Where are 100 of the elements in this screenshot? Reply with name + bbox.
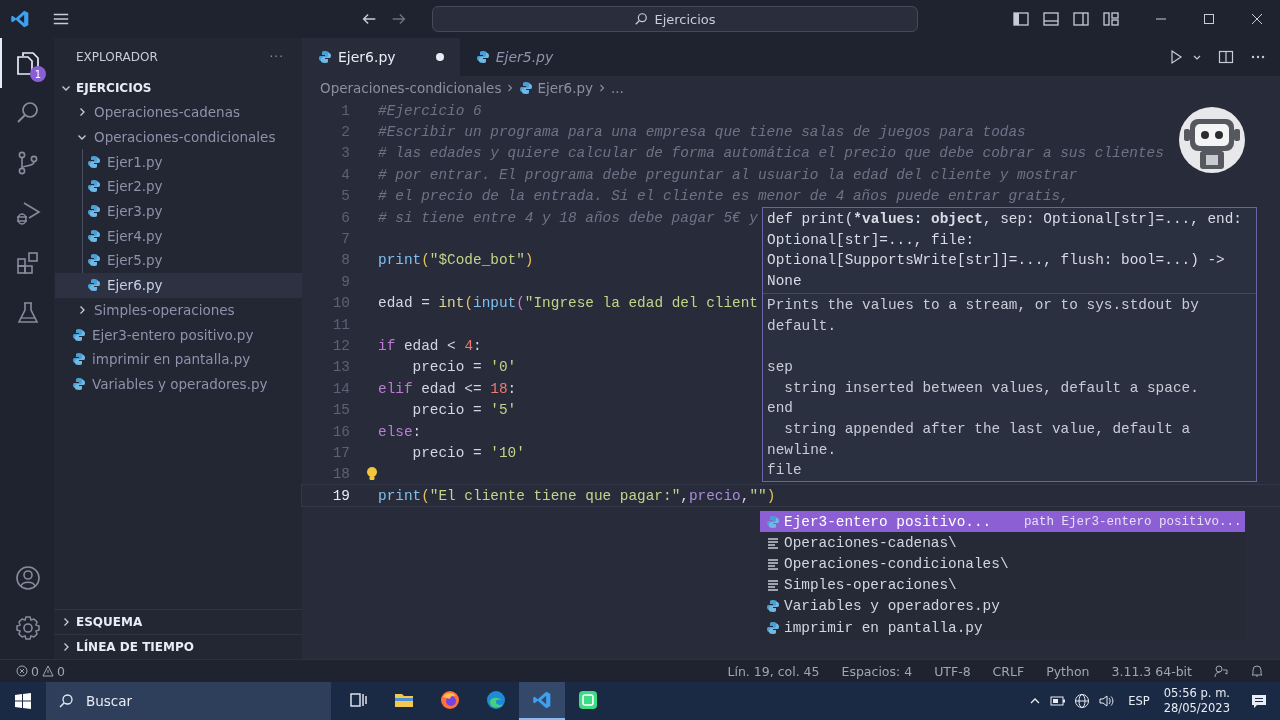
file-item[interactable]: Ejer3-entero positivo.py [54, 322, 302, 347]
more-actions-button[interactable]: ··· [269, 50, 284, 64]
line-number: 10 [331, 295, 350, 312]
code-logo-icon [10, 9, 30, 29]
status-item[interactable]: Python [1046, 663, 1090, 679]
lines-icon [766, 578, 780, 593]
status-item[interactable]: 3.11.3 64-bit [1111, 663, 1192, 679]
file-item[interactable]: imprimir en pantalla.py [54, 346, 302, 372]
globe-icon[interactable] [1074, 693, 1091, 709]
file-item[interactable]: Ejer4.py [55, 223, 302, 249]
doc-line: end [767, 400, 793, 417]
status-item[interactable]: CRLF [992, 663, 1025, 679]
suggestion-item[interactable]: Operaciones-cadenas\ [760, 532, 1245, 554]
file-item[interactable]: Ejer3.py [55, 198, 302, 224]
suggestion-item[interactable]: imprimir en pantalla.py [760, 616, 1245, 639]
line-number: 16 [331, 423, 350, 440]
command-center-search[interactable]: Ejercicios [432, 6, 918, 32]
doc-line: string inserted between values, default a space. [783, 379, 1199, 396]
python-file-icon [87, 154, 101, 169]
suggestion-item[interactable]: Operaciones-condicionales\ [760, 553, 1245, 575]
fox-globe-icon [440, 690, 460, 710]
speaker-icon[interactable] [1098, 693, 1115, 709]
workspace-folder-header[interactable]: EJERCICIOS [54, 76, 302, 100]
signature-line: None [767, 271, 803, 291]
suggestion-item[interactable]: Variables y operadores.py [760, 595, 1245, 617]
code-line: # el precio de la entrada. Si el cliente es menor de 4 años puede entrar gratis, [378, 188, 1069, 205]
python-file-icon [72, 327, 86, 342]
line-number: 7 [340, 231, 350, 248]
windows-logo-icon[interactable] [14, 692, 32, 710]
problems-indicator[interactable]: 0 0 [16, 663, 65, 679]
search-icon [58, 693, 74, 709]
python-file-icon [87, 253, 101, 268]
toggle-panel-icon[interactable] [1042, 10, 1060, 28]
status-item[interactable]: Espacios: 4 [841, 663, 913, 679]
chevron-icon [597, 83, 607, 93]
folder-item[interactable]: Simples-operaciones [54, 297, 302, 323]
suggestion-item[interactable]: Simples-operaciones\ [760, 574, 1245, 596]
line-number: 11 [331, 316, 350, 333]
notifications-icon[interactable] [1250, 692, 1268, 710]
line-number: 1 [340, 102, 350, 119]
split-layout-icon[interactable] [1072, 10, 1090, 28]
taskbar-search-field[interactable]: Buscar [46, 682, 331, 720]
error-icon [16, 665, 28, 677]
toggle-sidebar-icon[interactable] [1012, 10, 1030, 28]
line-number: 8 [340, 252, 350, 269]
files-icon [14, 49, 42, 77]
customize-layout-icon[interactable] [1102, 10, 1120, 28]
line-number: 5 [340, 188, 350, 205]
code-editor-icon [532, 690, 552, 710]
file-item[interactable]: Ejer5.py [55, 248, 302, 273]
line-number: 19 [331, 487, 350, 504]
run-icon[interactable] [1168, 49, 1184, 65]
code-line: else: [378, 423, 422, 440]
python-file-icon [87, 179, 101, 194]
code-line: # por entrar. El programa debe preguntar al usuario la edad del cliente y mostrar [378, 166, 1078, 183]
breadcrumb-item[interactable]: Operaciones-condicionales [320, 80, 502, 96]
file-item[interactable]: Ejer6.py [55, 272, 302, 298]
code-line: # si tiene entre 4 y 18 años debe pagar 5€ y [378, 209, 758, 226]
lightbulb-icon[interactable] [365, 466, 379, 483]
file-item[interactable]: Ejer2.py [55, 174, 302, 199]
file-item[interactable]: Ejer1.py [55, 149, 302, 175]
panel-section-header[interactable]: ESQUEMA [54, 609, 302, 634]
python-file-icon [766, 514, 780, 529]
input-language-indicator[interactable]: ESP [1128, 694, 1150, 708]
bell-icon[interactable] [1250, 664, 1264, 678]
warning-icon [41, 665, 54, 677]
line-number: 15 [331, 402, 350, 419]
wave-globe-icon [486, 690, 506, 710]
breadcrumb-item[interactable]: Ejer6.py [537, 80, 593, 96]
notification-badge: 1 [30, 66, 46, 82]
file-item[interactable]: Variables y operadores.py [54, 371, 302, 397]
status-item[interactable]: Lín. 19, col. 45 [727, 663, 820, 679]
line-number: 9 [340, 273, 350, 290]
suggestion-item[interactable]: Ejer3-entero positivo... path Ejer3-entero positivo... [760, 511, 1245, 533]
robot-drawing [1178, 105, 1246, 175]
close-icon[interactable] [1250, 12, 1264, 26]
code-line: #Escribir un programa para una empresa que tiene salas de juegos para todas [378, 124, 1026, 141]
breadcrumb-item[interactable]: ... [611, 80, 624, 96]
doc-line: newline. [767, 441, 837, 458]
line-number: 13 [331, 359, 350, 376]
doc-line: sep [767, 359, 793, 376]
signature-line: def print(*values: object, sep: Optional[str]=..., end: [767, 210, 1243, 229]
line-number: 14 [331, 380, 350, 397]
maximize-icon[interactable] [1202, 12, 1216, 26]
settings-icon [14, 614, 42, 642]
code-line: edad = int(input("Ingrese la edad del client [378, 295, 758, 312]
folder-item[interactable]: Operaciones-cadenas [54, 100, 302, 125]
code-line: #Ejercicio 6 [378, 102, 482, 119]
python-file-icon [87, 204, 101, 219]
task-view-icon [348, 690, 368, 710]
status-item[interactable]: UTF-8 [934, 663, 971, 679]
split-editor-icon[interactable] [1218, 49, 1234, 65]
account-icon [14, 564, 42, 592]
editor-tab[interactable]: Ejer6.py [302, 38, 460, 76]
signature-line: Optional[SupportsWrite[str]]=..., flush: bool=...) -> [767, 251, 1226, 271]
battery-icon[interactable] [1050, 693, 1067, 709]
folder-item[interactable]: Operaciones-condicionales [54, 124, 302, 150]
doc-line: default. [767, 317, 837, 334]
feedback-icon[interactable] [1214, 664, 1228, 678]
line-number: 4 [340, 166, 350, 183]
